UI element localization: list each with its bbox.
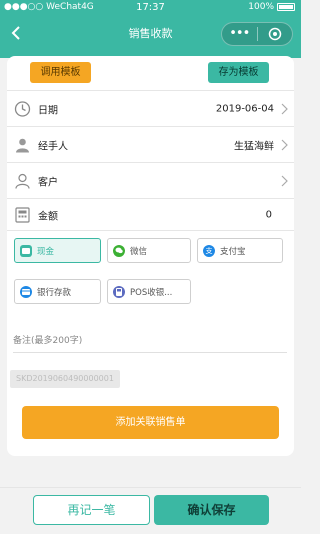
customer-label: 客户 [38, 177, 58, 188]
clock-icon [14, 100, 31, 117]
payment-label: 现金 [37, 246, 55, 257]
date-label: 日期 [38, 105, 58, 116]
more-dots-icon[interactable]: ••• [222, 23, 257, 45]
payment-pos[interactable]: POS收银... [107, 279, 191, 304]
payment-wechat[interactable]: 微信 [107, 238, 191, 263]
nav-bar: 销售收款 ••• [0, 16, 301, 52]
battery-percent: 100% [248, 2, 274, 12]
payment-alipay[interactable]: 支 支付宝 [197, 238, 283, 263]
chevron-right-icon [281, 175, 288, 186]
user-outline-icon [15, 173, 30, 189]
amount-value[interactable]: 0 [266, 209, 272, 220]
date-row[interactable]: 日期 2019-06-04 [7, 90, 294, 126]
save-template-button[interactable]: 存为模板 [208, 62, 269, 83]
calculator-icon [15, 206, 30, 223]
handler-label: 经手人 [38, 141, 68, 152]
date-value: 2019-06-04 [215, 103, 274, 114]
confirm-save-button[interactable]: 确认保存 [154, 495, 269, 525]
target-icon[interactable] [258, 27, 293, 41]
footer-bar: 再记一笔 确认保存 [0, 487, 301, 534]
wechat-icon [113, 244, 125, 257]
record-another-button[interactable]: 再记一笔 [33, 495, 150, 525]
battery-indicator: 100% [248, 2, 295, 12]
document-number: SKD2019060490000001 [10, 370, 120, 388]
mini-program-capsule: ••• [221, 22, 293, 46]
status-bar: ●●●○○ WeChat4G 17:37 100% [0, 0, 301, 16]
amount-row[interactable]: 金额 0 [7, 198, 294, 231]
add-linked-sales-order-button[interactable]: 添加关联销售单 [22, 406, 279, 439]
amount-label: 金额 [38, 211, 58, 222]
payment-bank[interactable]: 银行存款 [14, 279, 101, 304]
payment-label: 微信 [130, 246, 148, 257]
handler-value: 生猛海鲜 [234, 141, 274, 152]
payment-label: 银行存款 [37, 287, 72, 298]
handler-row[interactable]: 经手人 生猛海鲜 [7, 126, 294, 162]
cash-icon [20, 244, 32, 257]
form-card: 调用模板 存为模板 日期 2019-06-04 经手人 生猛海鲜 客户 金额 0… [7, 56, 294, 456]
payment-label: POS收银... [130, 287, 173, 298]
header-bar: ●●●○○ WeChat4G 17:37 100% 销售收款 ••• [0, 0, 301, 58]
chevron-right-icon [281, 103, 288, 114]
chevron-right-icon [281, 139, 288, 150]
payment-cash[interactable]: 现金 [14, 238, 101, 263]
load-template-button[interactable]: 调用模板 [30, 62, 91, 83]
battery-icon [277, 3, 295, 11]
alipay-icon: 支 [203, 244, 215, 257]
person-icon [16, 138, 29, 152]
remark-input[interactable]: 备注(最多200字) [13, 333, 287, 353]
pos-icon [113, 285, 125, 298]
customer-row[interactable]: 客户 [7, 162, 294, 198]
bank-icon [20, 285, 32, 298]
payment-label: 支付宝 [220, 246, 246, 257]
